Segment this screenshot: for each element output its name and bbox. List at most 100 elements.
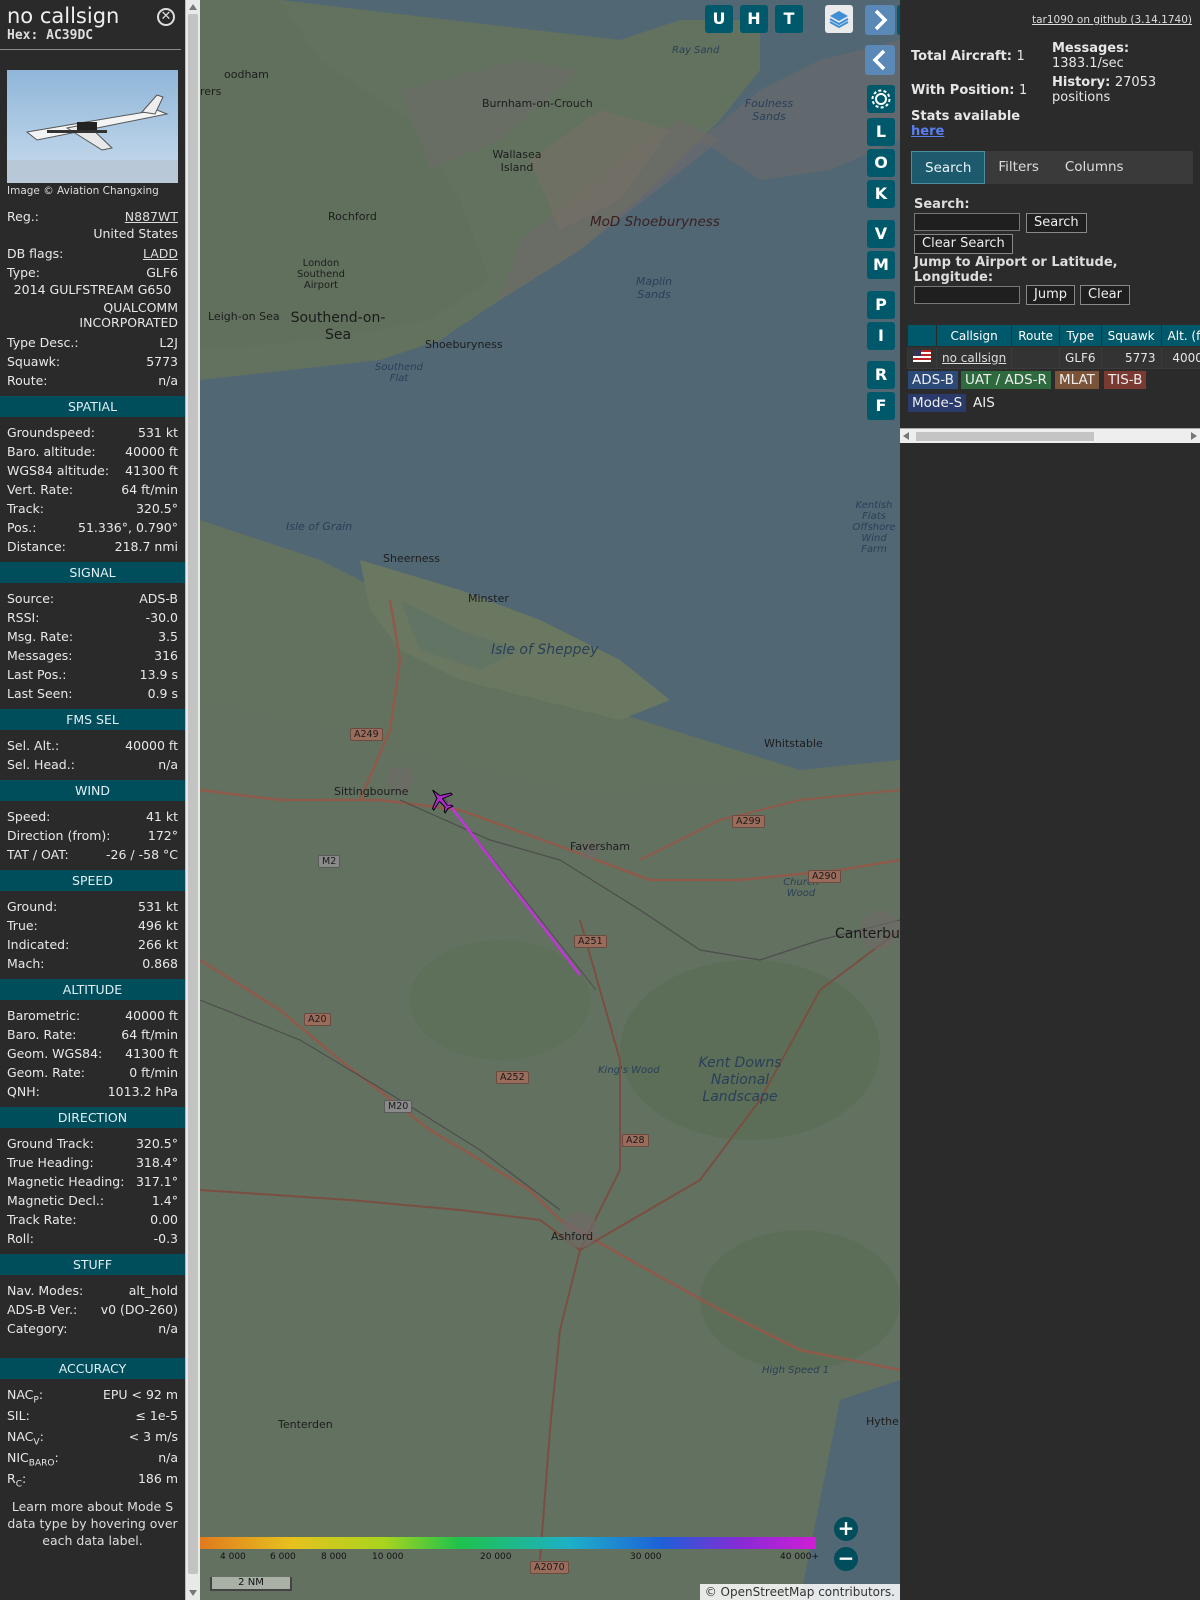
jump-input[interactable] bbox=[914, 286, 1020, 304]
map-button-o[interactable]: O bbox=[867, 149, 895, 177]
tab-filters[interactable]: Filters bbox=[985, 151, 1051, 184]
spatial-value: 320.5° bbox=[135, 501, 178, 516]
table-hscrollbar[interactable] bbox=[900, 428, 1200, 443]
callsign-cell[interactable]: no callsign bbox=[935, 346, 1013, 369]
accuracy-value: 186 m bbox=[137, 1471, 178, 1486]
map-label: MoD Shoeburyness bbox=[590, 214, 720, 230]
spatial-value: 51.336°, 0.790° bbox=[78, 520, 178, 535]
signal-value: ADS-B bbox=[139, 591, 178, 606]
road-shield: A2070 bbox=[530, 1561, 569, 1574]
map-view[interactable]: Burnham-on-Crouch Wallasea Island Rochford… bbox=[200, 0, 900, 1600]
scroll-right-icon[interactable] bbox=[1191, 432, 1197, 440]
column-header[interactable]: Alt. (ft) bbox=[1160, 324, 1200, 347]
dbflags-link[interactable]: LADD bbox=[143, 244, 178, 263]
label-text: Geom. Rate: bbox=[7, 1065, 86, 1080]
layers-icon[interactable] bbox=[825, 5, 853, 33]
direction-rows: Ground Track: 320.5° True Heading: 318.4° Ma… bbox=[0, 1134, 185, 1248]
column-header[interactable]: Type bbox=[1059, 324, 1102, 347]
wind-rows: Speed: 41 kt Direction (from): 172° TAT / OA… bbox=[0, 807, 185, 864]
map-button-h[interactable]: H bbox=[740, 5, 768, 33]
wind-value: -26 / -58 °C bbox=[106, 847, 178, 862]
clear-search-button[interactable]: Clear Search bbox=[914, 234, 1013, 254]
tab-search[interactable]: Search bbox=[911, 151, 986, 184]
jump-button[interactable]: Jump bbox=[1026, 285, 1075, 305]
signal-value: 316 bbox=[154, 648, 178, 663]
stats-here-link[interactable]: here bbox=[911, 124, 944, 139]
signal-label: Msg. Rate: bbox=[7, 627, 73, 646]
direction-row: Magnetic Decl.: 1.4° bbox=[7, 1191, 178, 1210]
route-cell bbox=[1011, 346, 1061, 369]
direction-value: 0.00 bbox=[150, 1212, 178, 1227]
signal-label: Source: bbox=[7, 589, 54, 608]
stuff-label: Nav. Modes: bbox=[7, 1281, 83, 1300]
section-accuracy: ACCURACY bbox=[0, 1358, 185, 1379]
map-button-p[interactable]: P bbox=[867, 291, 895, 319]
accuracy-label: SIL: bbox=[7, 1406, 30, 1427]
map-button-k[interactable]: K bbox=[867, 180, 895, 208]
road-shield: M2 bbox=[318, 855, 341, 868]
speed-row: True: 496 kt bbox=[7, 916, 178, 935]
label-text: Track Rate: bbox=[7, 1212, 77, 1227]
stuff-label: Category: bbox=[7, 1319, 67, 1338]
column-header[interactable]: Squawk bbox=[1100, 324, 1162, 347]
map-button-t[interactable]: T bbox=[775, 5, 803, 33]
label-text: Track: bbox=[7, 501, 44, 516]
map-button-i[interactable]: I bbox=[867, 322, 895, 350]
signal-rows: Source: ADS-B RSSI: -30.0 Msg. Rate: 3.5 Messa… bbox=[0, 589, 185, 703]
map-button-f[interactable]: F bbox=[867, 392, 895, 420]
clear-button[interactable]: Clear bbox=[1080, 285, 1130, 305]
hscroll-thumb[interactable] bbox=[916, 432, 1094, 441]
accuracy-row: NACP: EPU < 92 m bbox=[7, 1385, 178, 1406]
map-button-m[interactable]: M bbox=[867, 251, 895, 279]
map-button-r[interactable]: R bbox=[867, 361, 895, 389]
history-stat: History: 27053 positions bbox=[1052, 75, 1192, 105]
scroll-left-icon[interactable] bbox=[903, 432, 909, 440]
road-shield: M20 bbox=[384, 1100, 413, 1113]
aircraft-marker-icon[interactable] bbox=[426, 785, 456, 815]
table-row[interactable]: no callsign GLF6 5773 40000 bbox=[907, 346, 1200, 369]
search-button[interactable]: Search bbox=[1026, 213, 1087, 233]
direction-value: 317.1° bbox=[135, 1174, 178, 1189]
zoom-in-button[interactable]: + bbox=[834, 1517, 858, 1541]
road-shield: A20 bbox=[304, 1013, 331, 1026]
settings-gear-icon[interactable] bbox=[867, 85, 895, 113]
scroll-down-icon[interactable] bbox=[189, 1590, 197, 1596]
spatial-label: Baro. altitude: bbox=[7, 442, 96, 461]
collapse-left-icon[interactable] bbox=[865, 45, 895, 75]
accuracy-row: SIL: ≤ 1e-5 bbox=[7, 1406, 178, 1427]
aircraft-header: no callsign Hex: AC39DC ✕ bbox=[0, 0, 181, 50]
map-attribution: © OpenStreetMap contributors. bbox=[699, 1584, 900, 1600]
info-sections: SPATIAL Groundspeed: 531 kt Baro. altitude:… bbox=[0, 396, 185, 1490]
map-button-u[interactable]: U bbox=[705, 5, 733, 33]
map-label: Sittingbourne bbox=[334, 785, 409, 798]
speed-value: 266 kt bbox=[138, 937, 178, 952]
stuff-row: Category: n/a bbox=[7, 1319, 178, 1338]
expand-right-icon[interactable] bbox=[865, 5, 895, 35]
registration-link[interactable]: N887WT bbox=[125, 207, 178, 226]
column-header[interactable] bbox=[907, 324, 937, 347]
spatial-value: 40000 ft bbox=[125, 444, 178, 459]
row-callsign-link[interactable]: no callsign bbox=[942, 351, 1006, 365]
column-header[interactable]: Callsign bbox=[935, 324, 1013, 347]
map-button-l[interactable]: L bbox=[867, 118, 895, 146]
zoom-out-button[interactable]: − bbox=[834, 1547, 858, 1571]
scrollbar-thumb[interactable] bbox=[188, 14, 198, 1574]
info-scrollbar[interactable] bbox=[185, 0, 200, 1600]
label-text: Groundspeed: bbox=[7, 425, 95, 440]
github-link[interactable]: tar1090 on github (3.14.1740) bbox=[1032, 14, 1192, 26]
map-button-v[interactable]: V bbox=[867, 220, 895, 248]
label-colon: : bbox=[38, 1387, 44, 1402]
osm-link[interactable]: OpenStreetMap bbox=[721, 1585, 815, 1599]
aircraft-photo[interactable] bbox=[7, 70, 178, 183]
accuracy-label: NACV: bbox=[7, 1427, 44, 1448]
close-icon[interactable]: ✕ bbox=[157, 8, 175, 26]
scroll-up-icon[interactable] bbox=[189, 4, 197, 10]
column-header[interactable]: Route bbox=[1011, 324, 1061, 347]
search-label: Search: bbox=[914, 197, 970, 212]
tab-columns[interactable]: Columns bbox=[1052, 151, 1137, 184]
map-basemap bbox=[200, 0, 900, 1600]
wind-value: 172° bbox=[147, 828, 178, 843]
direction-label: True Heading: bbox=[7, 1153, 94, 1172]
search-input[interactable] bbox=[914, 213, 1020, 231]
fms-label: Sel. Alt.: bbox=[7, 736, 59, 755]
